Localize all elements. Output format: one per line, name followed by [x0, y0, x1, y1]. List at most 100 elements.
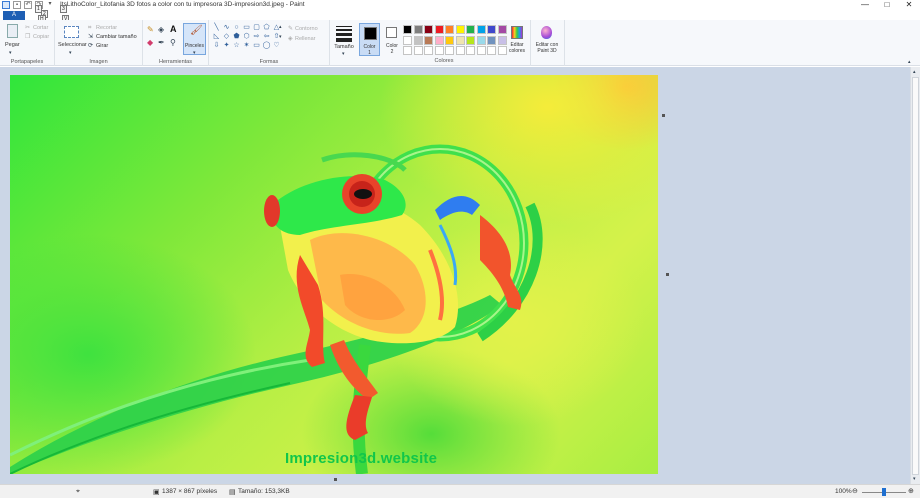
- select-icon: [64, 26, 79, 38]
- image-canvas[interactable]: Impresion3d.website: [10, 75, 658, 474]
- shapes-gallery[interactable]: ╲ ∿ ○ ▭ ▢ ⬠ △ ◺ ◇ ⬟ ⬡ ⇨ ⇦ ⇧ ⇩ ✦ ☆ ✶ ▭ ◯: [212, 24, 281, 50]
- resize-handle-bottom[interactable]: [334, 478, 337, 481]
- palette-swatch[interactable]: [497, 25, 507, 34]
- palette-swatch[interactable]: [466, 35, 475, 45]
- vertical-scrollbar[interactable]: ▴ ▾: [910, 67, 920, 484]
- diamond-shape-icon[interactable]: ◇: [222, 33, 231, 41]
- palette-swatch[interactable]: [476, 35, 486, 45]
- line-shape-icon[interactable]: ╲: [212, 24, 221, 32]
- palette-swatch[interactable]: [424, 25, 433, 34]
- palette-swatch[interactable]: [445, 35, 454, 45]
- right-triangle-shape-icon[interactable]: ◺: [212, 33, 221, 41]
- palette-swatch[interactable]: [487, 35, 496, 45]
- paint-window: ▪ ↶ ↷ ▾ ItsLithoColor_Litofania 3D fotos…: [0, 0, 920, 498]
- text-tool-icon[interactable]: A: [170, 25, 177, 34]
- pentagon-shape-icon[interactable]: ⬟: [232, 33, 241, 41]
- eraser-icon[interactable]: ◆: [147, 39, 153, 47]
- palette-swatch[interactable]: [413, 35, 423, 45]
- palette-swatch[interactable]: [434, 35, 444, 45]
- resize-icon: ⇲: [88, 34, 94, 40]
- close-button[interactable]: ✕: [898, 0, 920, 11]
- magnifier-icon[interactable]: ⚲: [170, 39, 176, 47]
- polygon-shape-icon[interactable]: ⬠: [262, 24, 271, 32]
- color1-swatch: [364, 27, 377, 40]
- palette-swatch[interactable]: [424, 46, 433, 55]
- fill-button[interactable]: Rellenar: [295, 36, 315, 42]
- palette-swatch[interactable]: [455, 35, 465, 45]
- heart-shape-icon[interactable]: ♡: [272, 42, 281, 50]
- color-picker-icon[interactable]: ✒: [158, 39, 165, 47]
- copy-button[interactable]: Copiar: [33, 34, 49, 40]
- scroll-up-icon[interactable]: ▴: [913, 68, 916, 76]
- qat-dropdown-icon[interactable]: ▾: [46, 1, 54, 9]
- star5-shape-icon[interactable]: ☆: [232, 42, 241, 50]
- star4-shape-icon[interactable]: ✦: [222, 42, 231, 50]
- palette-swatch[interactable]: [466, 25, 475, 34]
- palette-swatch[interactable]: [434, 46, 444, 55]
- palette-swatch[interactable]: [476, 25, 486, 34]
- shapes-scroll-down-icon[interactable]: ▾: [279, 33, 282, 41]
- outline-button[interactable]: Contorno: [295, 26, 318, 32]
- paste-dropdown-icon[interactable]: ▾: [9, 49, 12, 57]
- file-tab[interactable]: A: [3, 11, 25, 20]
- file-size-icon: ▤: [229, 489, 236, 496]
- palette-swatch[interactable]: [403, 46, 412, 55]
- palette-swatch[interactable]: [424, 35, 433, 45]
- resize-handle-right[interactable]: [666, 273, 669, 276]
- palette-swatch[interactable]: [413, 46, 423, 55]
- arrow-left-shape-icon[interactable]: ⇦: [262, 33, 271, 41]
- file-size: Tamaño: 153,3KB: [238, 488, 290, 495]
- edit-colors-button[interactable]: Editar colores: [507, 23, 527, 57]
- fill-bucket-icon[interactable]: ◈: [158, 26, 164, 34]
- zoom-in-icon[interactable]: ⊕: [908, 487, 914, 495]
- color2-button[interactable]: Color 2: [382, 23, 402, 56]
- paste-button[interactable]: Pegar: [5, 42, 20, 48]
- rectangle-shape-icon[interactable]: ▭: [242, 24, 251, 32]
- minimize-button[interactable]: —: [854, 0, 876, 11]
- star6-shape-icon[interactable]: ✶: [242, 42, 251, 50]
- cut-button[interactable]: Cortar: [33, 25, 48, 31]
- color1-button[interactable]: Color 1: [359, 23, 380, 56]
- callout-rect-shape-icon[interactable]: ▭: [252, 42, 261, 50]
- rounded-rect-shape-icon[interactable]: ▢: [252, 24, 261, 32]
- palette-swatch[interactable]: [413, 25, 423, 34]
- arrow-right-shape-icon[interactable]: ⇨: [252, 33, 261, 41]
- rotate-button[interactable]: Girar: [96, 43, 108, 49]
- palette-swatch[interactable]: [445, 25, 454, 34]
- zoom-out-icon[interactable]: ⊖: [852, 487, 858, 495]
- palette-swatch[interactable]: [403, 35, 412, 45]
- callout-oval-shape-icon[interactable]: ◯: [262, 42, 271, 50]
- paint3d-button[interactable]: Editar con Paint 3D: [532, 23, 562, 57]
- select-button[interactable]: Seleccionar: [58, 42, 87, 48]
- curve-shape-icon[interactable]: ∿: [222, 24, 231, 32]
- palette-swatch[interactable]: [487, 46, 496, 55]
- crop-button[interactable]: Recortar: [96, 25, 117, 31]
- scroll-thumb[interactable]: [912, 77, 919, 475]
- oval-shape-icon[interactable]: ○: [232, 24, 241, 32]
- pencil-icon[interactable]: ✎: [147, 26, 154, 34]
- palette-swatch[interactable]: [455, 25, 465, 34]
- scroll-down-icon[interactable]: ▾: [913, 475, 916, 483]
- resize-button[interactable]: Cambiar tamaño: [96, 34, 137, 40]
- collapse-ribbon-icon[interactable]: ▴: [908, 58, 911, 66]
- save-icon[interactable]: ▪: [13, 1, 21, 9]
- brushes-button[interactable]: 🖌 Pinceles ▾: [183, 23, 206, 56]
- shapes-scroll-up-icon[interactable]: ▴: [279, 23, 282, 31]
- palette-swatch[interactable]: [487, 25, 496, 34]
- palette-swatch[interactable]: [455, 46, 465, 55]
- quick-access-toolbar: ▪ ↶ ↷ ▾: [2, 1, 54, 9]
- hexagon-shape-icon[interactable]: ⬡: [242, 33, 251, 41]
- select-dropdown-icon[interactable]: ▾: [69, 49, 72, 57]
- palette-swatch[interactable]: [434, 25, 444, 34]
- rotate-icon: ⟳: [88, 43, 94, 49]
- palette-swatch[interactable]: [403, 25, 412, 34]
- zoom-slider-thumb[interactable]: [882, 488, 886, 496]
- size-button[interactable]: Tamaño ▾: [332, 23, 356, 57]
- maximize-button[interactable]: □: [876, 0, 898, 11]
- arrow-down-shape-icon[interactable]: ⇩: [212, 42, 221, 50]
- palette-swatch[interactable]: [476, 46, 486, 55]
- resize-handle-corner[interactable]: [662, 114, 665, 117]
- palette-swatch[interactable]: [466, 46, 475, 55]
- undo-icon[interactable]: ↶: [24, 1, 32, 9]
- palette-swatch[interactable]: [445, 46, 454, 55]
